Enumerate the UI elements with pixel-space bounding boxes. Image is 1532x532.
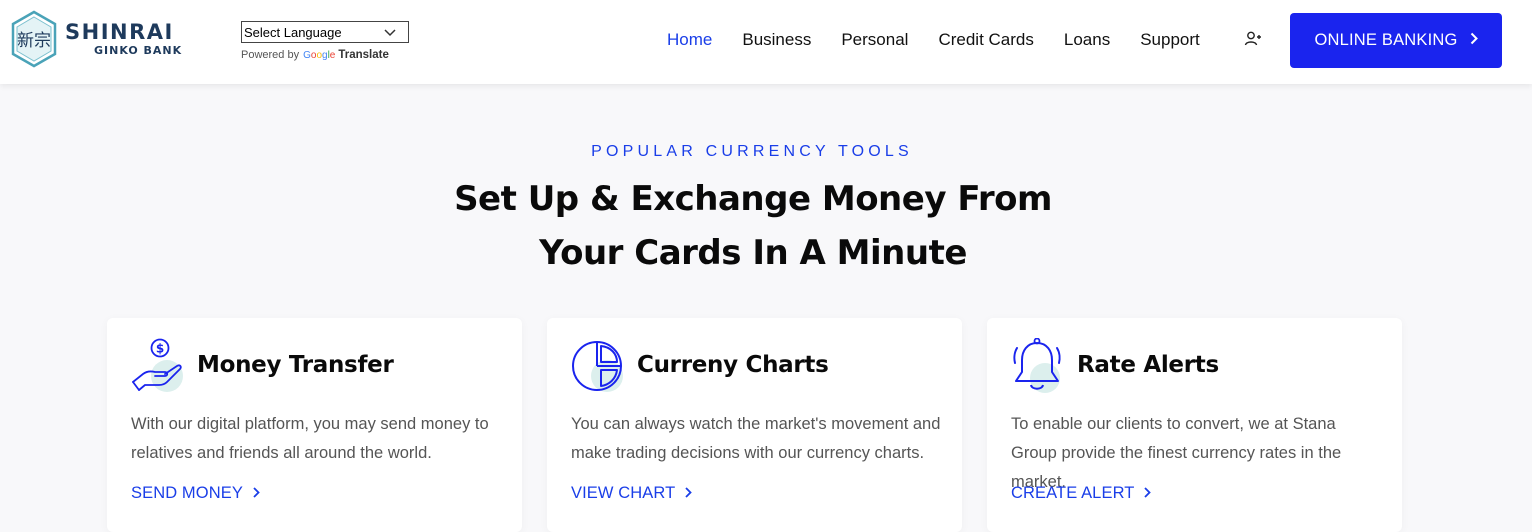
card-rate-alerts: Rate Alerts To enable our clients to con…: [987, 318, 1402, 532]
card-title: Rate Alerts: [1077, 352, 1219, 378]
google-logo[interactable]: Google: [303, 50, 335, 61]
nav-credit-cards[interactable]: Credit Cards: [938, 30, 1033, 50]
svg-text:$: $: [156, 342, 164, 356]
card-title: Money Transfer: [197, 352, 394, 378]
brand-subtitle: GINKO BANK: [94, 44, 183, 57]
chevron-down-icon: [384, 25, 396, 40]
powered-by-text: Powered by: [241, 49, 300, 61]
nav-home[interactable]: Home: [667, 30, 712, 50]
logo[interactable]: 新宗 SHINRAI GINKO BANK: [10, 10, 182, 68]
nav-personal[interactable]: Personal: [841, 30, 908, 50]
send-money-link[interactable]: SEND MONEY: [131, 484, 260, 503]
user-plus-icon[interactable]: [1244, 30, 1262, 48]
headline-line-1: Set Up & Exchange Money From: [454, 179, 1052, 219]
logo-emblem-text: 新宗: [17, 31, 51, 51]
main-nav: Home Business Personal Credit Cards Loan…: [667, 30, 1200, 50]
language-select[interactable]: Select Language: [241, 21, 409, 43]
section-eyebrow: POPULAR CURRENCY TOOLS: [591, 143, 913, 160]
card-title: Curreny Charts: [637, 352, 829, 378]
pie-chart-icon: [571, 338, 625, 394]
shinrai-logo-icon: 新宗: [10, 10, 58, 68]
hand-coin-icon: $: [131, 338, 185, 394]
headline-line-2: Your Cards In A Minute: [539, 233, 967, 273]
card-description: You can always watch the market's moveme…: [571, 415, 941, 462]
card-link-label: VIEW CHART: [571, 484, 676, 502]
online-banking-label: ONLINE BANKING: [1314, 31, 1458, 49]
chevron-right-icon: [1144, 484, 1152, 503]
nav-support[interactable]: Support: [1140, 30, 1200, 50]
powered-by-google: Powered by Google Translate: [241, 49, 409, 61]
nav-business[interactable]: Business: [742, 30, 811, 50]
translate-text[interactable]: Translate: [338, 49, 389, 61]
brand-name: SHINRAI: [65, 20, 174, 44]
online-banking-button[interactable]: ONLINE BANKING: [1290, 13, 1502, 68]
create-alert-link[interactable]: CREATE ALERT: [1011, 484, 1152, 503]
card-description: With our digital platform, you may send …: [131, 415, 489, 462]
bell-icon: [1011, 337, 1065, 394]
chevron-right-icon: [253, 484, 260, 503]
card-link-label: CREATE ALERT: [1011, 484, 1135, 502]
chevron-right-icon: [1470, 31, 1478, 50]
chevron-right-icon: [685, 484, 693, 503]
google-translate-widget: Select Language Powered by Google Transl…: [241, 21, 409, 61]
language-select-label: Select Language: [244, 24, 342, 40]
card-money-transfer: $ Money Transfer With our digital platfo…: [107, 318, 522, 532]
card-link-label: SEND MONEY: [131, 484, 243, 502]
site-header: 新宗 SHINRAI GINKO BANK Select Language Po…: [0, 0, 1532, 84]
view-chart-link[interactable]: VIEW CHART: [571, 484, 693, 503]
nav-loans[interactable]: Loans: [1064, 30, 1110, 50]
section-headline: Set Up & Exchange Money From Your Cards …: [0, 172, 1506, 280]
card-currency-charts: Curreny Charts You can always watch the …: [547, 318, 962, 532]
